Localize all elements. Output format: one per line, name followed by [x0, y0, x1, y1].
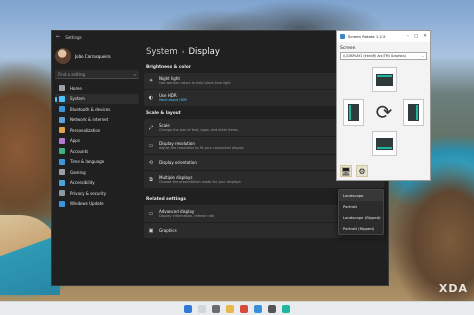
xda-watermark: XDA [438, 282, 468, 295]
display-icon[interactable]: 🖥 [340, 165, 352, 177]
sidebar-item-gaming[interactable]: Gaming [55, 167, 139, 178]
sidebar-item-apps[interactable]: Apps [55, 136, 139, 147]
sidebar-item-label: Privacy & security [70, 190, 107, 196]
brush-icon [59, 127, 65, 134]
sidebar-item-personalization[interactable]: Personalization [55, 125, 139, 136]
portrait-flipped-button[interactable] [403, 99, 424, 126]
sun-icon: ☀ [148, 78, 154, 84]
wifi-icon [59, 116, 65, 123]
sidebar-item-privacy-security[interactable]: Privacy & security [55, 188, 139, 199]
sidebar-item-label: Windows Update [70, 201, 104, 207]
minimize-icon[interactable]: – [407, 34, 409, 39]
portrait-monitor-icon [348, 104, 359, 121]
rotate-icon[interactable]: ⟳ [371, 99, 397, 125]
back-arrow-icon[interactable]: ← [56, 34, 60, 40]
file-explorer-icon[interactable] [226, 304, 234, 313]
accessibility-icon [59, 179, 65, 186]
resolution-icon: ▭ [148, 142, 154, 149]
browser-icon[interactable] [240, 304, 248, 313]
search-placeholder: Find a setting [58, 71, 86, 77]
sidebar-item-label: Accessibility [70, 180, 95, 186]
taskbar [0, 301, 474, 315]
monitor-icon [59, 95, 65, 102]
app-icon [340, 34, 345, 39]
profile-name: João Carrasqueira [75, 53, 111, 59]
search-icon: ⌕ [133, 71, 136, 77]
settings-window-title: Settings [65, 34, 82, 40]
search-input[interactable]: Find a setting ⌕ [55, 70, 139, 79]
sidebar-item-bluetooth-devices[interactable]: Bluetooth & devices [55, 104, 139, 115]
chevron-down-icon: ⌄ [421, 54, 424, 58]
orientation-option[interactable]: Landscape [339, 190, 383, 201]
sidebar-item-label: Personalization [70, 127, 101, 133]
avatar [55, 48, 71, 64]
sidebar-nav: Home System Bluetooth & devices Network & i… [55, 83, 139, 209]
settings-sidebar: João Carrasqueira Find a setting ⌕ Home S… [52, 43, 142, 285]
orientation-option[interactable]: Portrait (flipped) [339, 223, 383, 234]
controller-icon [59, 169, 65, 176]
screen-rotate-taskbar-icon[interactable] [282, 304, 290, 313]
sidebar-item-windows-update[interactable]: Windows Update [55, 199, 139, 210]
sidebar-item-accounts[interactable]: Accounts [55, 146, 139, 157]
breadcrumb-parent[interactable]: System [146, 47, 178, 57]
sidebar-item-accessibility[interactable]: Accessibility [55, 178, 139, 189]
sidebar-item-label: Accounts [70, 148, 89, 154]
screen-label: Screen [340, 46, 356, 51]
maximize-icon[interactable]: □ [414, 34, 418, 39]
scale-sub: Change the size of text, apps, and other… [159, 127, 238, 132]
orientation-option[interactable]: Portrait [339, 201, 383, 212]
resolution-sub: Adjust the resolution to fit your connec… [159, 145, 244, 150]
close-icon[interactable]: ✕ [423, 34, 427, 39]
sidebar-item-label: Network & internet [70, 117, 109, 123]
multiple-displays-icon: ⧉ [149, 176, 153, 183]
home-icon [59, 85, 65, 92]
breadcrumb-separator: › [181, 47, 185, 56]
orientation-dropdown-menu: Landscape Portrait Landscape (flipped) P… [338, 189, 384, 235]
person-icon [59, 148, 65, 155]
advanced-display-icon: ▭ [148, 210, 154, 217]
sidebar-item-label: Gaming [70, 169, 86, 175]
apps-icon [59, 137, 65, 144]
search-taskbar-icon[interactable] [198, 304, 206, 313]
screen-rotate-titlebar: Screen Rotate 1.2.5 – □ ✕ [337, 31, 430, 42]
sidebar-item-label: Time & language [70, 159, 105, 165]
scale-icon: ⤢ [148, 124, 153, 131]
update-icon [59, 200, 65, 207]
settings-taskbar-icon[interactable] [268, 304, 276, 313]
landscape-monitor-icon [376, 73, 393, 86]
sidebar-item-system[interactable]: System [55, 93, 139, 104]
orientation-icon: ⟲ [148, 159, 154, 166]
gear-icon[interactable]: ⚙ [356, 165, 368, 177]
sidebar-item-label: Home [70, 85, 82, 91]
sidebar-item-label: Bluetooth & devices [70, 106, 111, 112]
graphics-icon: ▣ [148, 227, 154, 234]
screen-rotate-title: Screen Rotate 1.2.5 [348, 34, 386, 39]
sidebar-item-label: System [70, 96, 85, 102]
screen-rotate-window: Screen Rotate 1.2.5 – □ ✕ Screen \\.\DIS… [336, 30, 431, 181]
bluetooth-icon [59, 106, 65, 113]
start-icon[interactable] [184, 304, 192, 313]
sidebar-item-label: Apps [70, 138, 80, 144]
landscape-flipped-button[interactable] [372, 131, 397, 156]
sidebar-item-time-language[interactable]: Time & language [55, 157, 139, 168]
shield-icon [59, 190, 65, 197]
hdr-icon: ◐ [148, 95, 154, 101]
user-profile[interactable]: João Carrasqueira [55, 45, 139, 67]
sidebar-item-network-internet[interactable]: Network & internet [55, 115, 139, 126]
screen-select-value: \\.\DISPLAY1 (Intel(R) Arc(TM) Graphics) [343, 54, 407, 58]
page-title: Display [188, 46, 220, 57]
sidebar-item-home[interactable]: Home [55, 83, 139, 94]
portrait-button[interactable] [343, 99, 364, 126]
orientation-option[interactable]: Landscape (flipped) [339, 212, 383, 223]
landscape-flipped-monitor-icon [376, 137, 393, 150]
landscape-button[interactable] [372, 67, 397, 92]
store-icon[interactable] [254, 304, 262, 313]
portrait-flipped-monitor-icon [408, 104, 419, 121]
screen-select[interactable]: \\.\DISPLAY1 (Intel(R) Arc(TM) Graphics)… [340, 52, 427, 60]
globe-icon [59, 158, 65, 165]
task-view-icon[interactable] [212, 304, 220, 313]
